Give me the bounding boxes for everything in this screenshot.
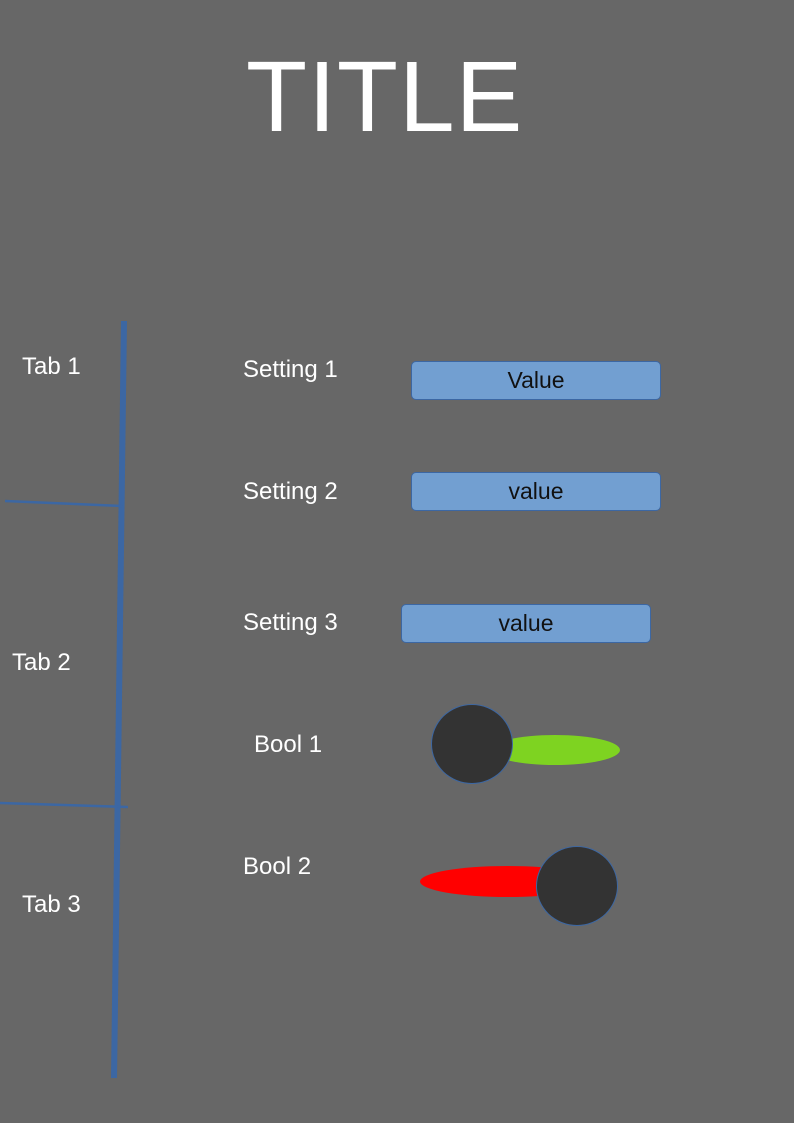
setting-3-label: Setting 3: [243, 609, 338, 636]
tab-2[interactable]: Tab 2: [12, 649, 71, 677]
vertical-tab-separator: [111, 320, 127, 1079]
bool-1-knob[interactable]: [431, 704, 513, 784]
tab-1[interactable]: Tab 1: [22, 353, 81, 381]
setting-2-value-field[interactable]: value: [411, 472, 661, 511]
tab-divider-1: [4, 499, 123, 508]
tab-divider-2: [0, 801, 129, 809]
tab-divider-lines: [0, 320, 129, 1079]
setting-2-label: Setting 2: [243, 478, 338, 505]
setting-1-label: Setting 1: [243, 356, 338, 383]
setting-3-value-field[interactable]: value: [401, 604, 651, 643]
bool-2-knob[interactable]: [536, 846, 618, 926]
setting-1-value-field[interactable]: Value: [411, 361, 661, 400]
bool-2-label: Bool 2: [243, 853, 312, 880]
bool-2-toggle[interactable]: [420, 846, 620, 928]
bool-1-label: Bool 1: [254, 731, 323, 758]
page-title: TITLE: [246, 41, 524, 153]
bool-1-toggle[interactable]: [430, 704, 630, 786]
tab-3[interactable]: Tab 3: [22, 891, 81, 919]
